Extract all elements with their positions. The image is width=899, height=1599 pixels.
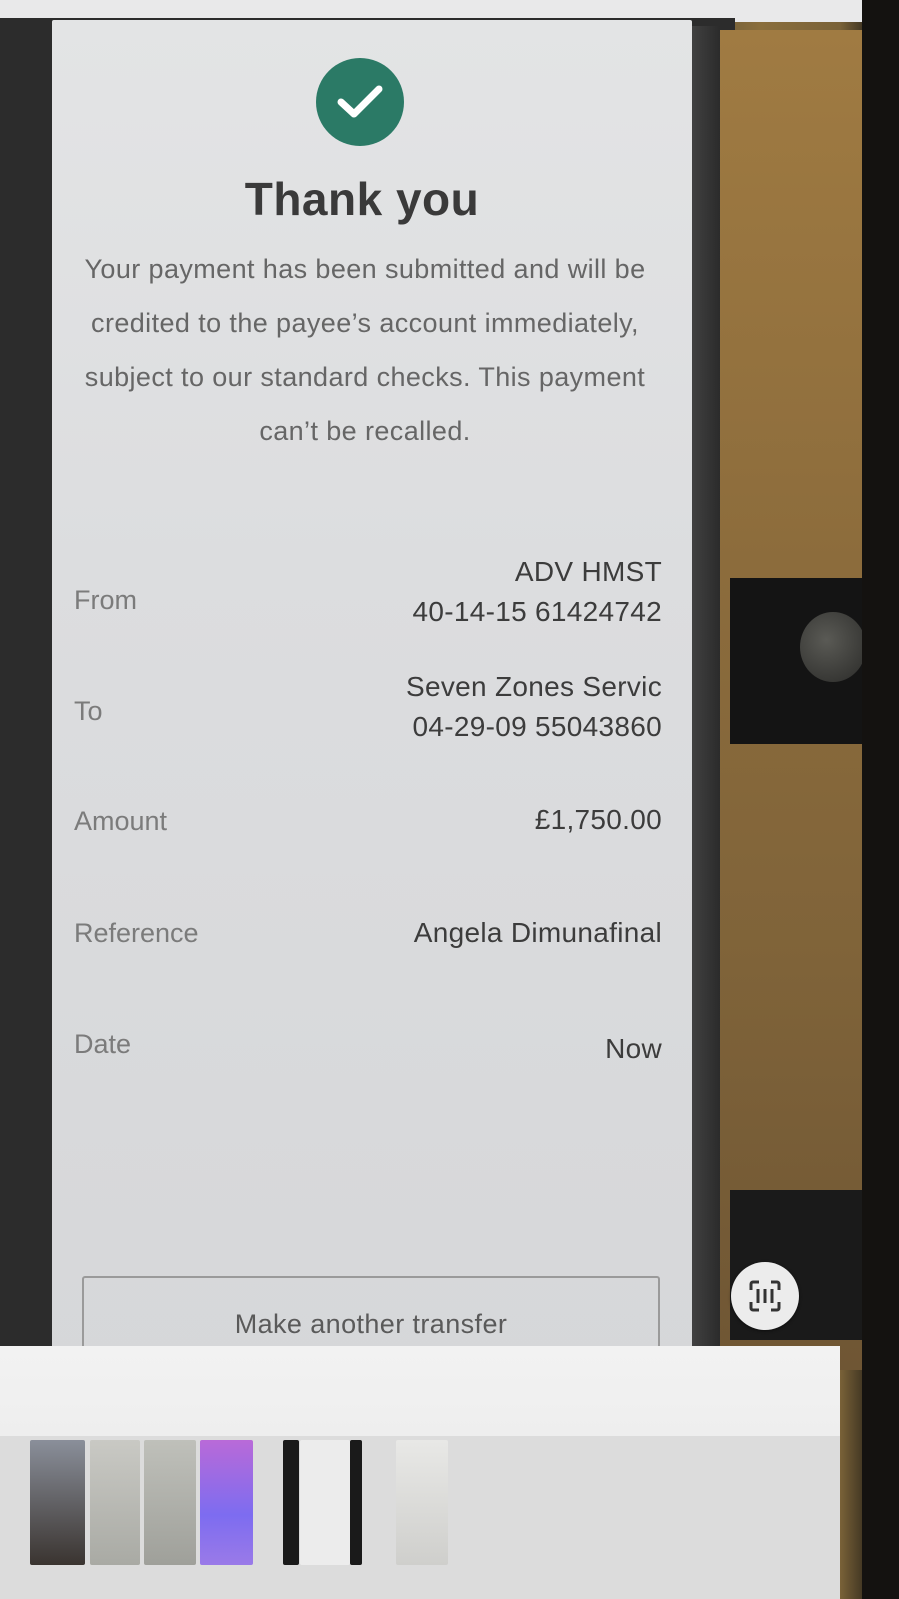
background-shadow [862,0,899,1599]
confirmation-message: Your payment has been submitted and will… [84,254,646,446]
amount-label: Amount [74,806,168,836]
payment-confirmation-screen: Thank you Your payment has been submitte… [52,20,692,1380]
from-label: From [74,585,137,615]
to-label: To [74,696,103,726]
from-account-number: 40-14-15 61424742 [412,596,662,627]
thumbnail-6[interactable] [396,1440,448,1565]
date-value: Now [605,1033,662,1064]
from-value: ADV HMST 40-14-15 61424742 [412,552,662,632]
to-account-number: 04-29-09 55043860 [412,711,662,742]
reference-value: Angela Dimunafinal [413,917,662,948]
thumbnail-5[interactable] [300,1440,350,1565]
from-account-name: ADV HMST [514,556,662,587]
thumbnail-1[interactable] [30,1440,85,1565]
date-label: Date [74,1029,132,1059]
to-value: Seven Zones Servic 04-29-09 55043860 [406,667,662,747]
to-payee-name: Seven Zones Servic [406,671,662,702]
wall-knob [800,612,866,682]
thumbnail-3[interactable] [144,1440,196,1565]
page-title: Thank you [244,173,480,225]
photo-scene: Thank you Your payment has been submitte… [0,0,899,1599]
thumbnail-5-left[interactable] [283,1440,299,1565]
thumbnail-2[interactable] [90,1440,140,1565]
check-icon [316,58,404,146]
amount-value: £1,750.00 [534,804,662,835]
reference-label: Reference [74,918,199,948]
thumbnail-5-right[interactable] [350,1440,362,1565]
thumbnail-4[interactable] [200,1440,253,1565]
scan-icon[interactable] [731,1262,799,1330]
